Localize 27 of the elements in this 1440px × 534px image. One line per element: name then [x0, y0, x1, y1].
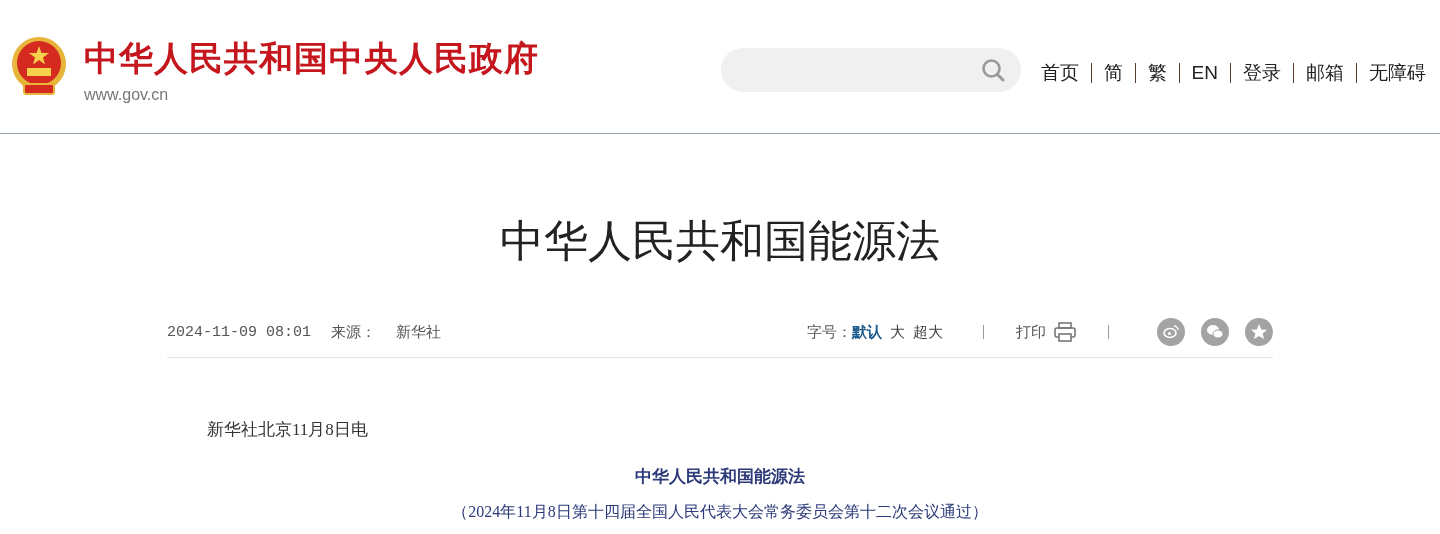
source-label: 来源：: [331, 322, 377, 342]
font-size-option[interactable]: 超大: [913, 322, 943, 342]
law-heading: 中华人民共和国能源法: [634, 466, 806, 488]
weibo-icon[interactable]: [1157, 318, 1185, 346]
chat-bubbles-icon[interactable]: [1201, 318, 1229, 346]
font-size-option[interactable]: 大: [890, 322, 905, 342]
site-title: 中华人民共和国中央人民政府: [84, 37, 539, 79]
emblem-icon: [10, 35, 68, 98]
search-icon[interactable]: [980, 57, 1005, 82]
nav-link[interactable]: 登录: [1243, 59, 1281, 86]
adoption-note: （2024年11月8日第十四届全国人民代表大会常务委员会第十二次会议通过）: [451, 502, 989, 522]
nav-link[interactable]: 繁: [1147, 59, 1167, 86]
search-field[interactable]: [720, 47, 1021, 92]
nav-link[interactable]: 邮箱: [1306, 59, 1344, 86]
site-url: www.gov.cn: [84, 85, 170, 104]
nav-link[interactable]: 简: [1103, 59, 1123, 86]
dateline-paragraph: 新华社北京11月8日电: [207, 419, 369, 441]
nav-link[interactable]: 无障碍: [1369, 59, 1426, 86]
font-size-option[interactable]: 默认: [852, 322, 882, 342]
print-button[interactable]: 打印: [1016, 322, 1076, 342]
nav-link[interactable]: EN: [1191, 61, 1218, 84]
nav-link[interactable]: 首页: [1040, 59, 1079, 86]
article-title: 中华人民共和国能源法: [499, 215, 941, 267]
publish-date: 2024-11-09 08:01: [167, 323, 312, 341]
printer-icon: [1054, 322, 1076, 342]
font-size-label: 字号：: [807, 322, 852, 342]
source-name: 新华社: [396, 322, 442, 342]
